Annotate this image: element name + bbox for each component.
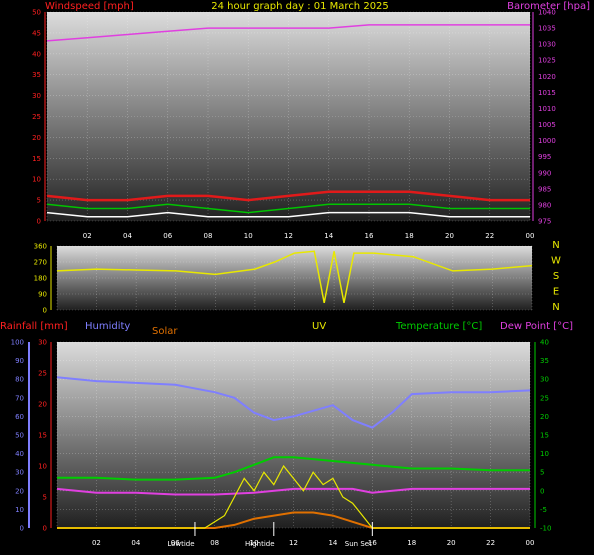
barometer-tick-label: 1025 <box>538 57 556 65</box>
direction-tick-label: 180 <box>34 275 47 283</box>
rainfall-tick-label: 20 <box>38 401 47 409</box>
time-tick-label: 22 <box>486 539 495 547</box>
legend-label: Humidity <box>85 321 130 332</box>
direction-tick-label: 360 <box>34 243 47 251</box>
time-tick-label: 06 <box>163 232 172 240</box>
temperature-tick-label: 15 <box>540 432 549 440</box>
rainfall-tick-label: 15 <box>38 432 47 440</box>
barometer-tick-label: 1015 <box>538 89 556 97</box>
barometer-tick-label: 1020 <box>538 73 556 81</box>
rainfall-tick-label: 30 <box>38 339 47 347</box>
time-tick-label: 08 <box>210 539 219 547</box>
temperature-tick-label: 25 <box>540 394 549 402</box>
barometer-tick-label: 990 <box>538 169 551 177</box>
humidity-tick-label: 80 <box>15 376 24 384</box>
event-marker-label: Lowtide <box>167 540 194 548</box>
chart-title: 24 hour graph day : 01 March 2025 <box>211 1 389 12</box>
barometer-tick-label: 1000 <box>538 137 556 145</box>
time-tick-label: 18 <box>405 232 414 240</box>
barometer-tick-label: 975 <box>538 218 551 226</box>
weather-chart: 0510152025303540455097598098599099510001… <box>0 1 590 548</box>
time-tick-label: 20 <box>445 232 454 240</box>
legend-label: Dew Point [°C] <box>500 321 573 332</box>
barometer-tick-label: 1035 <box>538 25 556 33</box>
time-tick-label: 04 <box>131 539 140 547</box>
time-tick-label: 12 <box>289 539 298 547</box>
temperature-tick-label: -10 <box>540 525 551 533</box>
windspeed-tick-label: 5 <box>37 197 41 205</box>
temperature-tick-label: 10 <box>540 450 549 458</box>
windspeed-tick-label: 20 <box>32 134 41 142</box>
windspeed-tick-label: 40 <box>32 50 41 58</box>
windspeed-tick-label: 25 <box>32 113 41 121</box>
rainfall-tick-label: 10 <box>38 463 47 471</box>
humidity-tick-label: 100 <box>11 339 24 347</box>
time-tick-label: 04 <box>123 232 132 240</box>
time-tick-label: 18 <box>407 539 416 547</box>
compass-label: E <box>553 287 559 298</box>
barometer-tick-label: 995 <box>538 153 551 161</box>
legend-label: Solar <box>152 326 178 337</box>
time-tick-label: 00 <box>526 232 535 240</box>
temperature-tick-label: 35 <box>540 357 549 365</box>
time-tick-label: 14 <box>324 232 333 240</box>
windspeed-tick-label: 35 <box>32 71 41 79</box>
barometer-tick-label: 980 <box>538 201 551 209</box>
rainfall-tick-label: 0 <box>43 525 47 533</box>
temperature-tick-label: 30 <box>540 376 549 384</box>
time-tick-label: 08 <box>204 232 213 240</box>
direction-tick-label: 90 <box>38 291 47 299</box>
windspeed-tick-label: 30 <box>32 92 41 100</box>
compass-label: S <box>553 271 559 282</box>
time-tick-label: 14 <box>328 539 337 547</box>
compass-label: N <box>552 240 559 251</box>
windspeed-tick-label: 45 <box>32 29 41 37</box>
time-tick-label: 02 <box>92 539 101 547</box>
legend-label: Rainfall [mm] <box>0 321 68 332</box>
time-tick-label: 12 <box>284 232 293 240</box>
humidity-tick-label: 50 <box>15 432 24 440</box>
time-tick-label: 10 <box>244 232 253 240</box>
windspeed-tick-label: 15 <box>32 155 41 163</box>
time-tick-label: 00 <box>526 539 535 547</box>
windspeed-tick-label: 0 <box>37 218 41 226</box>
humidity-tick-label: 90 <box>15 357 24 365</box>
humidity-tick-label: 20 <box>15 487 24 495</box>
temperature-tick-label: -5 <box>540 506 547 514</box>
rainfall-tick-label: 5 <box>43 494 47 502</box>
windspeed-tick-label: 10 <box>32 176 41 184</box>
event-marker-label: Hightide <box>245 540 275 548</box>
windspeed-axis-title: Windspeed [mph] <box>45 1 134 12</box>
legend-label: UV <box>312 321 326 332</box>
direction-tick-label: 270 <box>34 259 47 267</box>
barometer-tick-label: 1010 <box>538 105 556 113</box>
time-tick-label: 16 <box>365 232 374 240</box>
direction-tick-label: 0 <box>43 307 47 315</box>
legend-label: Temperature [°C] <box>395 321 482 332</box>
barometer-tick-label: 1005 <box>538 121 556 129</box>
temperature-tick-label: 20 <box>540 413 549 421</box>
temperature-tick-label: 0 <box>540 487 544 495</box>
windspeed-tick-label: 50 <box>32 9 41 17</box>
time-tick-label: 02 <box>83 232 92 240</box>
time-tick-label: 22 <box>485 232 494 240</box>
temperature-tick-label: 5 <box>540 469 544 477</box>
compass-label: N <box>552 302 559 313</box>
temperature-tick-label: 40 <box>540 339 549 347</box>
humidity-tick-label: 40 <box>15 450 24 458</box>
barometer-tick-label: 985 <box>538 185 551 193</box>
humidity-tick-label: 0 <box>20 525 24 533</box>
barometer-tick-label: 1030 <box>538 41 556 49</box>
humidity-tick-label: 30 <box>15 469 24 477</box>
compass-label: W <box>551 256 561 267</box>
humidity-tick-label: 60 <box>15 413 24 421</box>
humidity-tick-label: 70 <box>15 394 24 402</box>
time-tick-label: 20 <box>447 539 456 547</box>
barometer-axis-title: Barometer [hpa] <box>507 1 590 12</box>
event-marker-label: Sun Set <box>345 540 372 548</box>
rainfall-tick-label: 25 <box>38 370 47 378</box>
humidity-tick-label: 10 <box>15 506 24 514</box>
